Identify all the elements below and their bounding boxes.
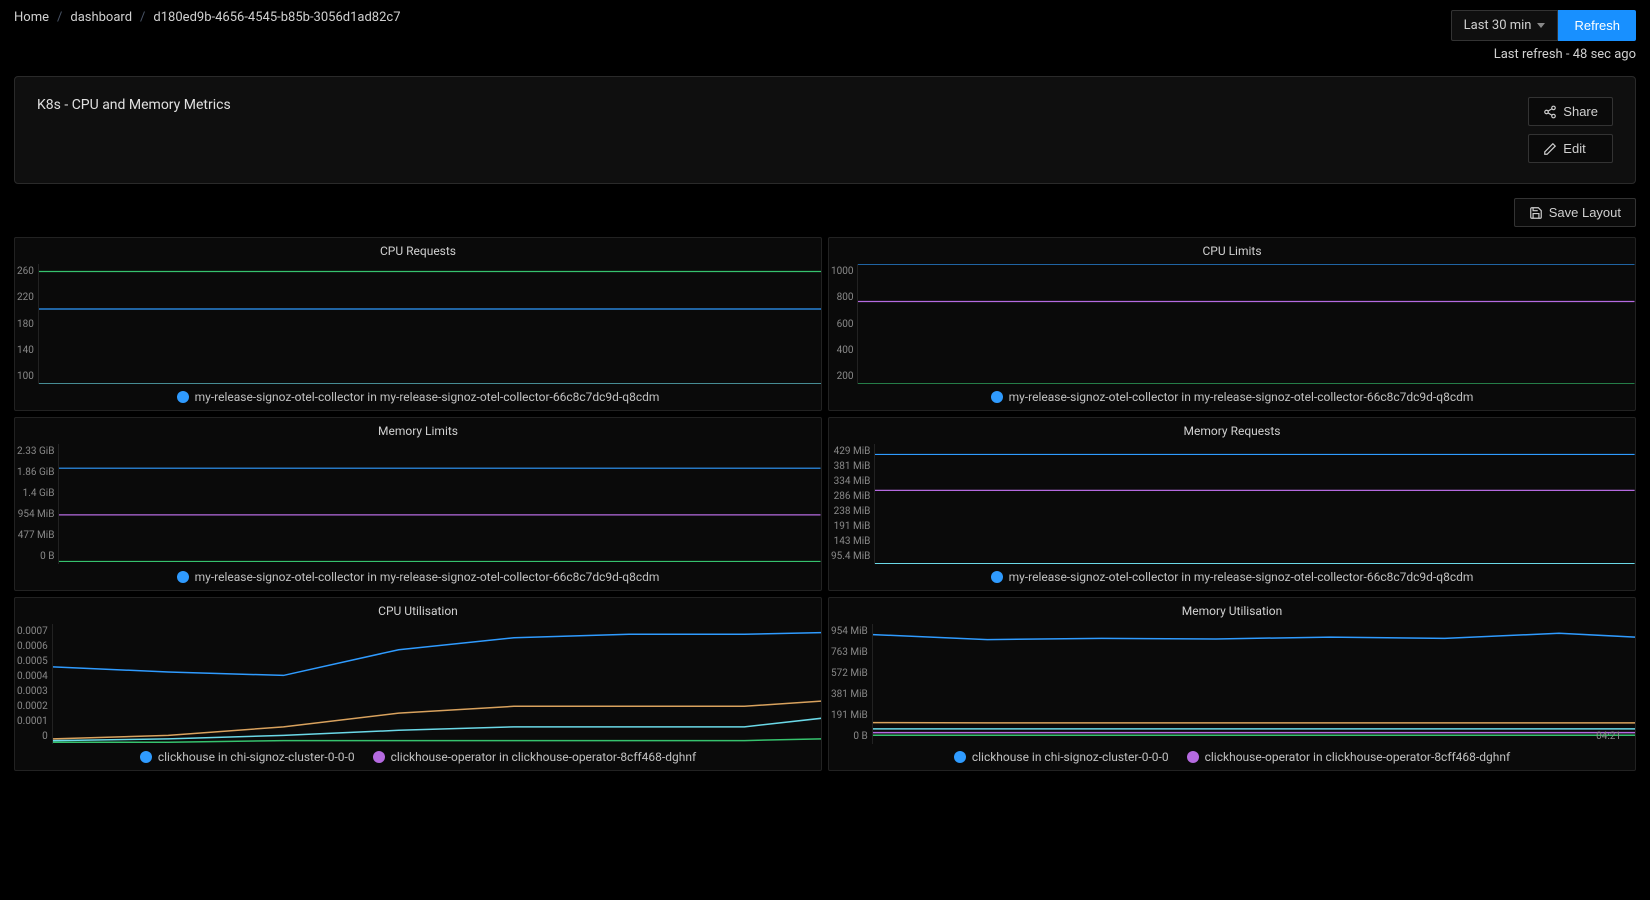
time-range-label: Last 30 min: [1464, 18, 1532, 33]
legend-swatch: [954, 751, 966, 763]
legend-item[interactable]: my-release-signoz-otel-collector in my-r…: [991, 570, 1474, 584]
chart-legend: clickhouse in chi-signoz-cluster-0-0-0 cl…: [15, 744, 821, 770]
refresh-button[interactable]: Refresh: [1558, 10, 1636, 41]
chart-panel-memory_limits: Memory Limits2.33 GiB1.86 GiB1.4 GiB954 …: [14, 417, 822, 591]
chart-legend: clickhouse in chi-signoz-cluster-0-0-0 cl…: [829, 744, 1635, 770]
chart-plot[interactable]: [58, 444, 821, 564]
breadcrumb-sep: /: [140, 10, 145, 25]
chart-plot[interactable]: 04:21: [872, 624, 1635, 744]
chart-plot[interactable]: [52, 624, 821, 744]
breadcrumb-sep: /: [57, 10, 62, 25]
chart-legend: my-release-signoz-otel-collector in my-r…: [829, 384, 1635, 410]
legend-label: clickhouse-operator in clickhouse-operat…: [1205, 750, 1511, 764]
panel-grid: CPU Requests260220180140100 my-release-si…: [0, 237, 1650, 785]
legend-swatch: [140, 751, 152, 763]
chart-legend: my-release-signoz-otel-collector in my-r…: [829, 564, 1635, 590]
share-button[interactable]: Share: [1528, 97, 1613, 126]
legend-swatch: [1187, 751, 1199, 763]
dashboard-header-card: K8s - CPU and Memory Metrics Share Edit: [14, 76, 1636, 184]
breadcrumb: Home / dashboard / d180ed9b-4656-4545-b85b-3…: [14, 10, 401, 25]
legend-label: clickhouse in chi-signoz-cluster-0-0-0: [972, 750, 1169, 764]
legend-item[interactable]: my-release-signoz-otel-collector in my-r…: [177, 570, 660, 584]
legend-item[interactable]: clickhouse in chi-signoz-cluster-0-0-0: [954, 750, 1169, 764]
breadcrumb-item[interactable]: dashboard: [70, 10, 132, 25]
breadcrumb-item[interactable]: Home: [14, 10, 49, 25]
legend-label: my-release-signoz-otel-collector in my-r…: [195, 390, 660, 404]
chart-panel-cpu_util: CPU Utilisation0.00070.00060.00050.00040…: [14, 597, 822, 771]
save-layout-button[interactable]: Save Layout: [1514, 198, 1636, 227]
panel-title: CPU Utilisation: [15, 598, 821, 624]
legend-item[interactable]: clickhouse-operator in clickhouse-operat…: [373, 750, 697, 764]
legend-item[interactable]: clickhouse-operator in clickhouse-operat…: [1187, 750, 1511, 764]
legend-swatch: [177, 571, 189, 583]
chart-panel-cpu_requests: CPU Requests260220180140100 my-release-si…: [14, 237, 822, 411]
chart-plot[interactable]: [874, 444, 1635, 564]
chart-legend: my-release-signoz-otel-collector in my-r…: [15, 384, 821, 410]
chart-legend: my-release-signoz-otel-collector in my-r…: [15, 564, 821, 590]
save-icon: [1529, 206, 1543, 220]
dashboard-title: K8s - CPU and Memory Metrics: [37, 97, 231, 113]
legend-item[interactable]: my-release-signoz-otel-collector in my-r…: [991, 390, 1474, 404]
y-axis: 260220180140100: [15, 264, 38, 384]
chart-panel-cpu_limits: CPU Limits1000800600400200 my-release-sig…: [828, 237, 1636, 411]
chevron-down-icon: [1537, 23, 1545, 28]
legend-swatch: [373, 751, 385, 763]
panel-title: Memory Limits: [15, 418, 821, 444]
chart-panel-memory_requests: Memory Requests429 MiB381 MiB334 MiB286 …: [828, 417, 1636, 591]
legend-item[interactable]: clickhouse in chi-signoz-cluster-0-0-0: [140, 750, 355, 764]
chart-panel-memory_util: Memory Utilisation954 MiB763 MiB572 MiB3…: [828, 597, 1636, 771]
legend-label: clickhouse in chi-signoz-cluster-0-0-0: [158, 750, 355, 764]
legend-swatch: [991, 391, 1003, 403]
panel-title: Memory Utilisation: [829, 598, 1635, 624]
y-axis: 1000800600400200: [829, 264, 857, 384]
legend-label: clickhouse-operator in clickhouse-operat…: [391, 750, 697, 764]
legend-label: my-release-signoz-otel-collector in my-r…: [1009, 570, 1474, 584]
y-axis: 954 MiB763 MiB572 MiB381 MiB191 MiB0 B: [829, 624, 872, 744]
legend-label: my-release-signoz-otel-collector in my-r…: [195, 570, 660, 584]
x-tick: 04:21: [1596, 731, 1621, 742]
legend-swatch: [177, 391, 189, 403]
chart-plot[interactable]: [857, 264, 1635, 384]
breadcrumb-item: d180ed9b-4656-4545-b85b-3056d1ad82c7: [153, 10, 400, 25]
legend-label: my-release-signoz-otel-collector in my-r…: [1009, 390, 1474, 404]
share-icon: [1543, 105, 1557, 119]
chart-plot[interactable]: [38, 264, 821, 384]
panel-title: CPU Limits: [829, 238, 1635, 264]
edit-icon: [1543, 142, 1557, 156]
legend-item[interactable]: my-release-signoz-otel-collector in my-r…: [177, 390, 660, 404]
y-axis: 0.00070.00060.00050.00040.00030.00020.00…: [15, 624, 52, 744]
time-range-picker[interactable]: Last 30 min: [1451, 10, 1559, 41]
last-refresh-text: Last refresh - 48 sec ago: [1494, 47, 1636, 62]
panel-title: Memory Requests: [829, 418, 1635, 444]
edit-button[interactable]: Edit: [1528, 134, 1613, 163]
y-axis: 429 MiB381 MiB334 MiB286 MiB238 MiB191 M…: [829, 444, 874, 564]
legend-swatch: [991, 571, 1003, 583]
y-axis: 2.33 GiB1.86 GiB1.4 GiB954 MiB477 MiB0 B: [15, 444, 58, 564]
panel-title: CPU Requests: [15, 238, 821, 264]
